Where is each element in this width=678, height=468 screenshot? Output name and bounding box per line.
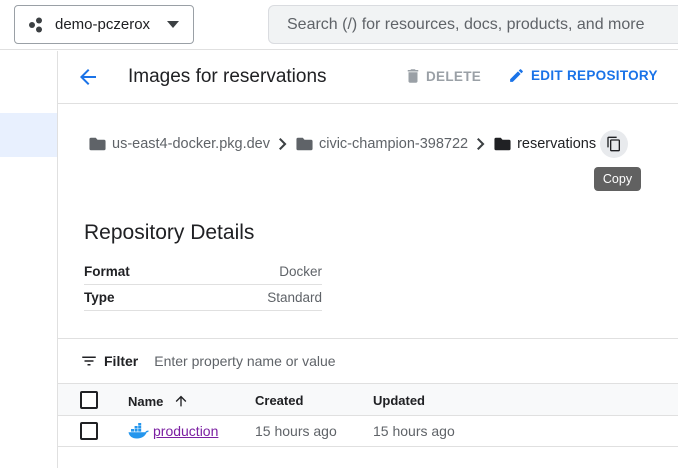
folder-icon <box>296 137 313 151</box>
breadcrumb-label: civic-champion-398722 <box>318 136 469 152</box>
copy-button[interactable] <box>600 130 629 158</box>
details-title: Repository Details <box>84 221 255 244</box>
details-key: Format <box>84 264 130 279</box>
project-icon <box>29 17 42 32</box>
trash-icon <box>407 69 419 83</box>
cell-updated: 15 hours ago <box>373 423 455 439</box>
arrow-back-icon <box>80 69 96 85</box>
nav-item-active[interactable] <box>0 113 57 157</box>
delete-label: DELETE <box>426 68 482 84</box>
chevron-down-icon <box>167 21 179 28</box>
chevron-right-icon <box>278 138 287 150</box>
column-header-created[interactable]: Created <box>255 393 303 408</box>
details-value: Docker <box>279 264 322 279</box>
back-button[interactable] <box>76 65 100 89</box>
edit-repository-label: EDIT REPOSITORY <box>531 68 658 83</box>
search-input[interactable] <box>287 15 678 34</box>
folder-icon <box>494 137 511 151</box>
table-header: Name Created Updated <box>58 383 678 416</box>
folder-icon <box>89 137 106 151</box>
breadcrumb: us-east4-docker.pkg.dev civic-champion-3… <box>89 130 629 158</box>
left-nav-rail <box>0 51 58 468</box>
breadcrumb-label: reservations <box>517 136 597 152</box>
project-name: demo-pczerox <box>55 16 151 33</box>
filter-label: Filter <box>104 353 139 369</box>
table-row: production 15 hours ago 15 hours ago <box>58 416 678 447</box>
breadcrumb-label: us-east4-docker.pkg.dev <box>112 136 270 152</box>
details-row-type: Type Standard <box>84 285 322 311</box>
column-header-label: Created <box>255 393 304 408</box>
page-title: Images for reservations <box>128 66 327 87</box>
breadcrumb-item-project[interactable]: civic-champion-398722 <box>296 136 468 152</box>
delete-button[interactable]: DELETE <box>404 67 481 85</box>
copy-tooltip: Copy <box>594 167 641 191</box>
breadcrumb-item-host[interactable]: us-east4-docker.pkg.dev <box>89 136 270 152</box>
search-bar[interactable] <box>268 5 678 44</box>
details-value: Standard <box>267 290 322 305</box>
filter-input[interactable] <box>154 353 415 369</box>
page-header: Images for reservations DELETE EDIT REPO… <box>58 51 678 104</box>
details-row-format: Format Docker <box>84 259 322 285</box>
column-header-label: Updated <box>373 393 425 408</box>
section-divider <box>58 338 678 339</box>
details-key: Type <box>84 290 115 305</box>
column-header-name[interactable]: Name <box>128 393 189 409</box>
details-table: Format Docker Type Standard <box>84 259 322 311</box>
column-header-updated[interactable]: Updated <box>373 393 425 408</box>
cell-name: production <box>128 423 218 439</box>
pencil-icon <box>510 69 523 82</box>
filter-icon <box>82 356 96 366</box>
breadcrumb-item-repository: reservations <box>494 136 596 152</box>
filter-bar: Filter <box>80 348 415 374</box>
chevron-right-icon <box>477 138 485 150</box>
docker-icon <box>128 423 149 439</box>
select-all-checkbox[interactable] <box>80 391 98 409</box>
top-bar: demo-pczerox <box>0 0 678 50</box>
project-picker[interactable]: demo-pczerox <box>14 5 194 44</box>
cell-created: 15 hours ago <box>255 423 337 439</box>
arrow-up-sort-icon <box>176 395 187 407</box>
column-header-label: Name <box>128 393 164 409</box>
edit-repository-button[interactable]: EDIT REPOSITORY <box>508 67 658 84</box>
image-link-production[interactable]: production <box>153 423 218 439</box>
row-checkbox[interactable] <box>80 422 98 440</box>
copy-icon <box>607 136 621 152</box>
